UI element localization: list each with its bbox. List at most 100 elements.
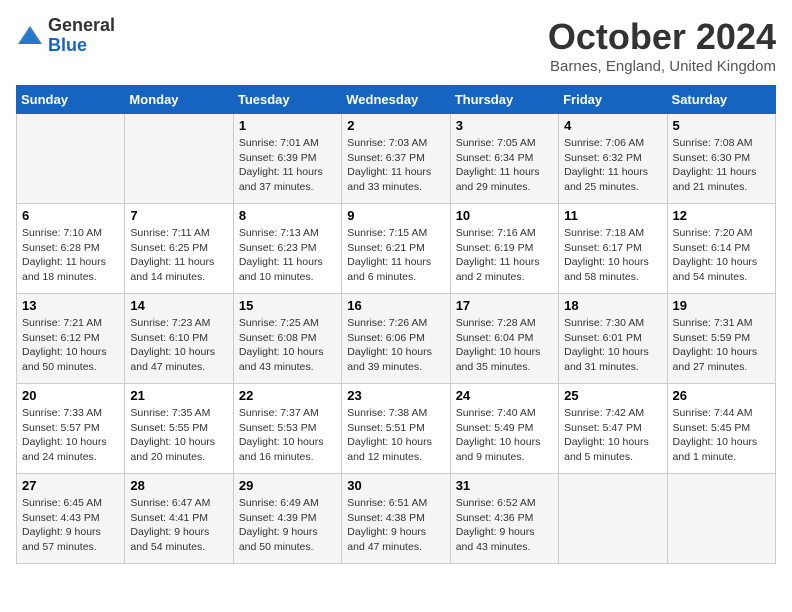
day-number: 22 — [239, 388, 336, 403]
day-number: 31 — [456, 478, 553, 493]
day-content: Sunrise: 7:18 AM Sunset: 6:17 PM Dayligh… — [564, 226, 661, 285]
calendar-cell: 20 Sunrise: 7:33 AM Sunset: 5:57 PM Dayli… — [17, 384, 125, 474]
day-content: Sunrise: 7:23 AM Sunset: 6:10 PM Dayligh… — [130, 316, 227, 375]
day-number: 28 — [130, 478, 227, 493]
day-content: Sunrise: 6:49 AM Sunset: 4:39 PM Dayligh… — [239, 496, 336, 555]
day-content: Sunrise: 7:40 AM Sunset: 5:49 PM Dayligh… — [456, 406, 553, 465]
calendar-cell: 30Sunrise: 6:51 AM Sunset: 4:38 PM Dayli… — [342, 474, 450, 564]
day-content: Sunrise: 7:01 AM Sunset: 6:39 PM Dayligh… — [239, 136, 336, 195]
calendar-table: SundayMondayTuesdayWednesdayThursdayFrid… — [16, 85, 776, 564]
calendar-cell: 9 Sunrise: 7:15 AM Sunset: 6:21 PM Daylig… — [342, 204, 450, 294]
day-number: 20 — [22, 388, 119, 403]
day-content: Sunrise: 7:08 AM Sunset: 6:30 PM Dayligh… — [673, 136, 770, 195]
calendar-cell: 28 Sunrise: 6:47 AM Sunset: 4:41 PM Dayli… — [125, 474, 233, 564]
day-number: 4 — [564, 118, 661, 133]
title-area: October 2024 Barnes, England, United Kin… — [548, 16, 776, 75]
day-number: 25 — [564, 388, 661, 403]
calendar-cell: 21 Sunrise: 7:35 AM Sunset: 5:55 PM Dayli… — [125, 384, 233, 474]
calendar-cell: 26Sunrise: 7:44 AM Sunset: 5:45 PM Dayli… — [667, 384, 775, 474]
day-number: 26 — [673, 388, 770, 403]
day-content: Sunrise: 7:11 AM Sunset: 6:25 PM Dayligh… — [130, 226, 227, 285]
day-number: 17 — [456, 298, 553, 313]
calendar-cell — [17, 114, 125, 204]
calendar-cell: 4 Sunrise: 7:06 AM Sunset: 6:32 PM Daylig… — [559, 114, 667, 204]
day-content: Sunrise: 7:16 AM Sunset: 6:19 PM Dayligh… — [456, 226, 553, 285]
day-number: 3 — [456, 118, 553, 133]
weekday-header-sunday: Sunday — [17, 86, 125, 114]
calendar-cell: 15 Sunrise: 7:25 AM Sunset: 6:08 PM Dayli… — [233, 294, 341, 384]
day-number: 2 — [347, 118, 444, 133]
day-content: Sunrise: 7:25 AM Sunset: 6:08 PM Dayligh… — [239, 316, 336, 375]
day-number: 12 — [673, 208, 770, 223]
day-content: Sunrise: 7:06 AM Sunset: 6:32 PM Dayligh… — [564, 136, 661, 195]
day-content: Sunrise: 7:42 AM Sunset: 5:47 PM Dayligh… — [564, 406, 661, 465]
calendar-cell — [125, 114, 233, 204]
day-number: 21 — [130, 388, 227, 403]
day-number: 18 — [564, 298, 661, 313]
day-content: Sunrise: 7:30 AM Sunset: 6:01 PM Dayligh… — [564, 316, 661, 375]
calendar-cell: 17 Sunrise: 7:28 AM Sunset: 6:04 PM Dayli… — [450, 294, 558, 384]
day-content: Sunrise: 7:10 AM Sunset: 6:28 PM Dayligh… — [22, 226, 119, 285]
calendar-cell: 7 Sunrise: 7:11 AM Sunset: 6:25 PM Daylig… — [125, 204, 233, 294]
day-content: Sunrise: 7:35 AM Sunset: 5:55 PM Dayligh… — [130, 406, 227, 465]
calendar-cell: 16 Sunrise: 7:26 AM Sunset: 6:06 PM Dayli… — [342, 294, 450, 384]
weekday-header-thursday: Thursday — [450, 86, 558, 114]
logo-icon — [16, 22, 44, 50]
calendar-cell: 22 Sunrise: 7:37 AM Sunset: 5:53 PM Dayli… — [233, 384, 341, 474]
day-content: Sunrise: 6:51 AM Sunset: 4:38 PM Dayligh… — [347, 496, 444, 555]
day-content: Sunrise: 7:38 AM Sunset: 5:51 PM Dayligh… — [347, 406, 444, 465]
week-row-3: 13 Sunrise: 7:21 AM Sunset: 6:12 PM Dayli… — [17, 294, 776, 384]
calendar-cell: 27 Sunrise: 6:45 AM Sunset: 4:43 PM Dayli… — [17, 474, 125, 564]
day-content: Sunrise: 7:03 AM Sunset: 6:37 PM Dayligh… — [347, 136, 444, 195]
day-number: 16 — [347, 298, 444, 313]
calendar-cell: 24 Sunrise: 7:40 AM Sunset: 5:49 PM Dayli… — [450, 384, 558, 474]
day-content: Sunrise: 7:21 AM Sunset: 6:12 PM Dayligh… — [22, 316, 119, 375]
calendar-cell — [559, 474, 667, 564]
day-content: Sunrise: 6:45 AM Sunset: 4:43 PM Dayligh… — [22, 496, 119, 555]
week-row-1: 1 Sunrise: 7:01 AM Sunset: 6:39 PM Daylig… — [17, 114, 776, 204]
day-content: Sunrise: 7:26 AM Sunset: 6:06 PM Dayligh… — [347, 316, 444, 375]
week-row-4: 20 Sunrise: 7:33 AM Sunset: 5:57 PM Dayli… — [17, 384, 776, 474]
calendar-cell: 23 Sunrise: 7:38 AM Sunset: 5:51 PM Dayli… — [342, 384, 450, 474]
day-content: Sunrise: 7:05 AM Sunset: 6:34 PM Dayligh… — [456, 136, 553, 195]
day-number: 24 — [456, 388, 553, 403]
day-number: 23 — [347, 388, 444, 403]
day-number: 11 — [564, 208, 661, 223]
day-number: 8 — [239, 208, 336, 223]
weekday-header-wednesday: Wednesday — [342, 86, 450, 114]
calendar-cell: 5 Sunrise: 7:08 AM Sunset: 6:30 PM Daylig… — [667, 114, 775, 204]
calendar-cell: 13 Sunrise: 7:21 AM Sunset: 6:12 PM Dayli… — [17, 294, 125, 384]
week-row-5: 27 Sunrise: 6:45 AM Sunset: 4:43 PM Dayli… — [17, 474, 776, 564]
calendar-cell — [667, 474, 775, 564]
calendar-cell: 8Sunrise: 7:13 AM Sunset: 6:23 PM Daylig… — [233, 204, 341, 294]
day-content: Sunrise: 7:33 AM Sunset: 5:57 PM Dayligh… — [22, 406, 119, 465]
logo: General Blue — [16, 16, 115, 56]
weekday-header-saturday: Saturday — [667, 86, 775, 114]
weekday-header-monday: Monday — [125, 86, 233, 114]
calendar-cell: 29Sunrise: 6:49 AM Sunset: 4:39 PM Dayli… — [233, 474, 341, 564]
day-number: 13 — [22, 298, 119, 313]
logo-general-text: General — [48, 16, 115, 36]
day-content: Sunrise: 7:31 AM Sunset: 5:59 PM Dayligh… — [673, 316, 770, 375]
calendar-cell: 25 Sunrise: 7:42 AM Sunset: 5:47 PM Dayli… — [559, 384, 667, 474]
calendar-cell: 6Sunrise: 7:10 AM Sunset: 6:28 PM Daylig… — [17, 204, 125, 294]
day-number: 15 — [239, 298, 336, 313]
day-number: 7 — [130, 208, 227, 223]
day-number: 5 — [673, 118, 770, 133]
day-number: 27 — [22, 478, 119, 493]
logo-blue-text: Blue — [48, 36, 115, 56]
page-header: General Blue October 2024 Barnes, Englan… — [16, 16, 776, 75]
calendar-cell: 19Sunrise: 7:31 AM Sunset: 5:59 PM Dayli… — [667, 294, 775, 384]
weekday-header-tuesday: Tuesday — [233, 86, 341, 114]
week-row-2: 6Sunrise: 7:10 AM Sunset: 6:28 PM Daylig… — [17, 204, 776, 294]
day-content: Sunrise: 7:15 AM Sunset: 6:21 PM Dayligh… — [347, 226, 444, 285]
day-number: 10 — [456, 208, 553, 223]
day-number: 9 — [347, 208, 444, 223]
day-content: Sunrise: 7:37 AM Sunset: 5:53 PM Dayligh… — [239, 406, 336, 465]
weekday-header-friday: Friday — [559, 86, 667, 114]
day-content: Sunrise: 6:47 AM Sunset: 4:41 PM Dayligh… — [130, 496, 227, 555]
day-content: Sunrise: 7:28 AM Sunset: 6:04 PM Dayligh… — [456, 316, 553, 375]
day-number: 1 — [239, 118, 336, 133]
calendar-cell: 12Sunrise: 7:20 AM Sunset: 6:14 PM Dayli… — [667, 204, 775, 294]
weekday-header-row: SundayMondayTuesdayWednesdayThursdayFrid… — [17, 86, 776, 114]
